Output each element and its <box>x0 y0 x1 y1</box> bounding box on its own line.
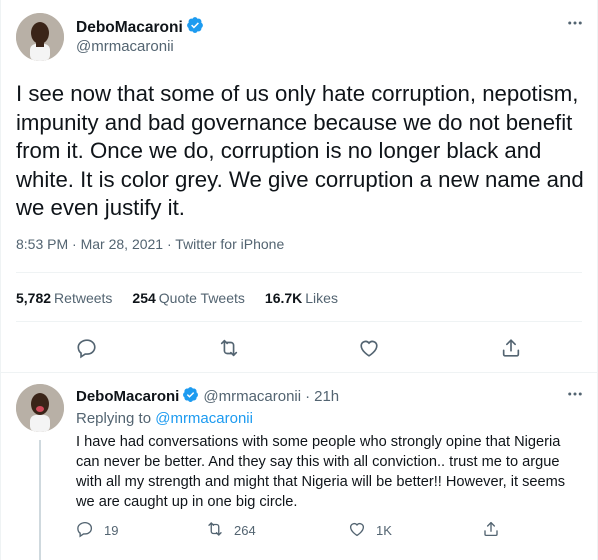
likes-count: 16.7K <box>264 290 303 306</box>
more-icon[interactable] <box>566 14 584 37</box>
share-icon[interactable] <box>496 333 526 363</box>
likes-label: Likes <box>305 290 338 306</box>
author-handle[interactable]: @mrmacaronii <box>76 38 174 55</box>
divider <box>16 321 582 322</box>
reply-like-button[interactable]: 1K <box>348 520 392 541</box>
more-icon[interactable] <box>566 385 584 408</box>
quotes-count: 254 <box>132 290 156 306</box>
reply-author-name[interactable]: DeboMacaroni <box>76 388 179 405</box>
divider <box>16 272 582 273</box>
meta-separator: · <box>72 236 77 252</box>
author-avatar[interactable] <box>16 13 64 61</box>
like-icon <box>348 520 366 541</box>
author-name[interactable]: DeboMacaroni <box>76 19 183 37</box>
retweet-count: 264 <box>234 523 256 538</box>
meta-separator: · <box>166 236 172 252</box>
like-count: 1K <box>376 523 392 538</box>
retweet-icon <box>206 520 224 541</box>
likes-stat[interactable]: 16.7K Likes <box>265 290 338 306</box>
retweets-label: Retweets <box>54 290 113 306</box>
retweet-icon[interactable] <box>214 333 244 363</box>
retweets-stat[interactable]: 5,782 Retweets <box>16 290 112 306</box>
reply-author-handle[interactable]: @mrmacaronii <box>203 388 301 405</box>
reply-separator: · <box>305 388 311 405</box>
tweet-date[interactable]: Mar 28, 2021 <box>81 236 164 252</box>
tweet-source[interactable]: Twitter for iPhone <box>175 236 284 252</box>
tweet-stats: 5,782 Retweets 254 Quote Tweets 16.7K Likes <box>16 290 358 306</box>
replying-to: Replying to @mrmacaronii <box>76 410 253 427</box>
reply-icon <box>76 520 94 541</box>
reply-actions: 19 264 1K <box>0 520 598 544</box>
quotes-label: Quote Tweets <box>158 290 245 306</box>
reply-count: 19 <box>104 523 119 538</box>
retweets-count: 5,782 <box>16 290 52 306</box>
reply-reply-button[interactable]: 19 <box>76 520 118 541</box>
replying-prefix: Replying to <box>76 410 152 427</box>
divider <box>0 372 598 373</box>
quotes-stat[interactable]: 254 Quote Tweets <box>132 290 245 306</box>
tweet-time[interactable]: 8:53 PM <box>16 236 68 252</box>
tweet-meta: 8:53 PM · Mar 28, 2021 · Twitter for iPh… <box>16 236 284 252</box>
reply-author-avatar[interactable] <box>16 384 64 432</box>
reply-name-row: DeboMacaroni @mrmacaronii · 21h <box>76 386 339 407</box>
replying-to-handle[interactable]: @mrmacaronii <box>155 410 253 427</box>
share-icon <box>482 520 500 541</box>
verified-icon <box>182 386 199 407</box>
verified-icon <box>186 16 204 39</box>
like-icon[interactable] <box>354 333 384 363</box>
reply-age[interactable]: 21h <box>314 388 339 405</box>
tweet-text: I see now that some of us only hate corr… <box>16 81 584 220</box>
reply-icon[interactable] <box>72 333 102 363</box>
reply-share-button[interactable] <box>482 520 500 541</box>
author-name-row: DeboMacaroni <box>76 16 204 39</box>
reply-retweet-button[interactable]: 264 <box>206 520 256 541</box>
tweet-actions <box>0 333 598 363</box>
reply-text: I have had conversations with some peopl… <box>76 434 566 510</box>
